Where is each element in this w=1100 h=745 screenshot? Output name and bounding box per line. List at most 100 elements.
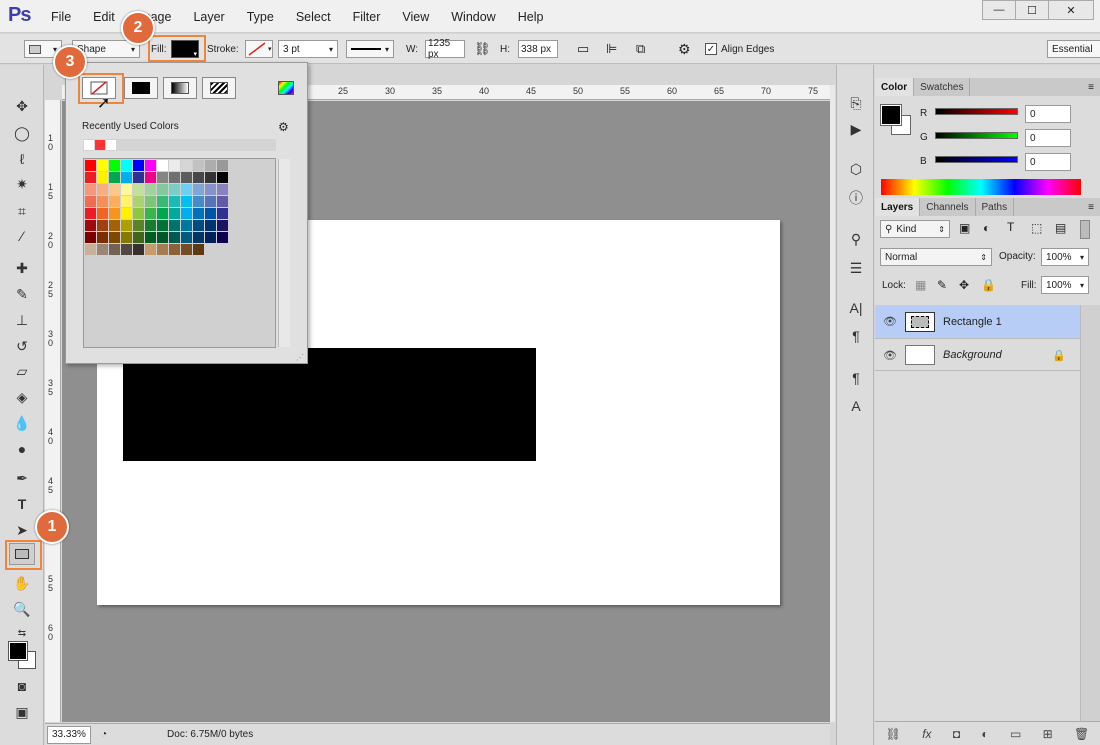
stroke-type-select[interactable]: ▾: [346, 39, 394, 59]
blend-mode-select[interactable]: Normal ⇕: [880, 248, 992, 267]
layer-row-background[interactable]: 👁 Background 🔒: [875, 340, 1080, 371]
clone-stamp-tool-icon[interactable]: ⊥: [9, 309, 35, 331]
color-swatch[interactable]: [145, 232, 156, 243]
width-input[interactable]: 1235 px: [425, 38, 465, 60]
zoom-tool-icon[interactable]: 🔍: [9, 598, 35, 620]
color-swatch[interactable]: [145, 220, 156, 231]
color-swatch[interactable]: [193, 232, 204, 243]
link-icon[interactable]: ⛓: [474, 39, 491, 59]
color-swatch[interactable]: [85, 184, 96, 195]
visibility-eye-icon[interactable]: 👁: [875, 315, 905, 328]
status-menu-icon[interactable]: ◔: [101, 729, 107, 740]
marquee-tool-icon[interactable]: ◯: [9, 122, 35, 144]
workspace-switcher[interactable]: Essential: [1047, 39, 1100, 59]
color-swatch[interactable]: [85, 160, 96, 171]
menu-file[interactable]: File: [40, 10, 82, 24]
history-icon[interactable]: ⎘: [845, 92, 867, 114]
panel-menu-icon[interactable]: ≡: [1088, 82, 1100, 93]
pen-tool-icon[interactable]: ✒: [9, 467, 35, 489]
gear-icon[interactable]: ⚙: [678, 39, 691, 59]
tab-swatches[interactable]: Swatches: [914, 78, 971, 96]
layer-row-rectangle[interactable]: 👁 Rectangle 1: [875, 305, 1080, 339]
menu-edit[interactable]: Edit: [82, 10, 126, 24]
color-swatch[interactable]: [133, 184, 144, 195]
color-swatch[interactable]: [181, 244, 192, 255]
quick-mask-icon[interactable]: ◙: [9, 675, 35, 697]
color-swatch[interactable]: [109, 172, 120, 183]
menu-view[interactable]: View: [391, 10, 440, 24]
color-swatches[interactable]: [8, 641, 37, 670]
color-swatch[interactable]: [157, 208, 168, 219]
color-swatch[interactable]: [121, 172, 132, 183]
color-swatch[interactable]: [145, 172, 156, 183]
color-swatch[interactable]: [169, 208, 180, 219]
color-swatch[interactable]: [193, 196, 204, 207]
layers-menu-icon[interactable]: ≡: [1088, 202, 1100, 213]
color-swatch[interactable]: [109, 196, 120, 207]
lock-all-icon[interactable]: 🔒: [981, 278, 996, 292]
color-swatch[interactable]: [157, 196, 168, 207]
color-swatch[interactable]: [109, 244, 120, 255]
color-swatch[interactable]: [169, 196, 180, 207]
fx-icon[interactable]: fx: [922, 727, 931, 741]
color-swatch[interactable]: [205, 220, 216, 231]
color-swatch[interactable]: [157, 232, 168, 243]
color-swatch[interactable]: [145, 196, 156, 207]
color-swatch[interactable]: [157, 172, 168, 183]
color-swatch[interactable]: [85, 244, 96, 255]
gear-icon[interactable]: ⚙: [278, 120, 289, 134]
color-swatch[interactable]: [169, 244, 180, 255]
filter-adjustment-icon[interactable]: ◐: [983, 221, 990, 235]
brush-tool-icon[interactable]: ✎: [9, 283, 35, 305]
color-swatch[interactable]: [121, 196, 132, 207]
color-swatch[interactable]: [133, 172, 144, 183]
color-swatch[interactable]: [133, 160, 144, 171]
color-swatch[interactable]: [97, 244, 108, 255]
color-swatch[interactable]: [121, 220, 132, 231]
paint-bucket-tool-icon[interactable]: ◈: [9, 386, 35, 408]
zoom-level-field[interactable]: 33.33%: [47, 725, 91, 744]
filter-smart-object-icon[interactable]: ▤: [1055, 221, 1066, 235]
color-swatch[interactable]: [121, 184, 132, 195]
healing-brush-tool-icon[interactable]: ✚: [9, 257, 35, 279]
fill-opacity-input[interactable]: 100% ▾: [1041, 276, 1089, 294]
add-mask-icon[interactable]: ◘: [953, 727, 960, 741]
brush-presets-icon[interactable]: ⚲: [845, 228, 867, 250]
color-swatch[interactable]: [169, 220, 180, 231]
color-swatch[interactable]: [181, 172, 192, 183]
color-swatch[interactable]: [217, 172, 228, 183]
character-styles-icon[interactable]: A: [845, 395, 867, 417]
eraser-tool-icon[interactable]: ▱: [9, 360, 35, 382]
adjustment-layer-icon[interactable]: ◐: [981, 727, 988, 741]
color-swatch[interactable]: [217, 220, 228, 231]
screen-mode-icon[interactable]: ▣: [9, 701, 35, 723]
new-layer-icon[interactable]: ⊞: [1043, 727, 1053, 741]
recent-color-swatch[interactable]: [84, 140, 94, 150]
document-info[interactable]: Doc: 6.75M/0 bytes: [167, 729, 253, 740]
color-swatch[interactable]: [205, 160, 216, 171]
height-input[interactable]: 338 px: [518, 39, 558, 59]
hand-tool-icon[interactable]: ✋: [9, 572, 35, 594]
color-swatch[interactable]: [97, 220, 108, 231]
stroke-width-input[interactable]: 3 pt ▾: [278, 39, 338, 59]
color-swatch[interactable]: [109, 232, 120, 243]
move-tool-icon[interactable]: ✥: [9, 95, 35, 117]
history-brush-tool-icon[interactable]: ↺: [9, 335, 35, 357]
layers-scrollbar[interactable]: [1080, 305, 1100, 721]
align-edges-checkbox[interactable]: ✓ Align Edges: [705, 39, 774, 59]
color-swatch[interactable]: [193, 160, 204, 171]
gradient-button[interactable]: [163, 77, 197, 99]
color-swatch[interactable]: [85, 232, 96, 243]
color-swatch[interactable]: [109, 160, 120, 171]
resize-grip-icon[interactable]: ⋰: [296, 353, 304, 362]
eyedropper-tool-icon[interactable]: ⁄: [9, 225, 35, 247]
recent-color-swatch[interactable]: [106, 140, 116, 150]
tab-color[interactable]: Color: [875, 78, 915, 96]
color-swatch[interactable]: [205, 232, 216, 243]
color-swatch[interactable]: [133, 196, 144, 207]
filter-type-icon[interactable]: T: [1007, 220, 1014, 234]
color-picker-button[interactable]: [269, 77, 303, 99]
color-swatch[interactable]: [217, 160, 228, 171]
color-swatch[interactable]: [181, 208, 192, 219]
layer-filter-select[interactable]: ⚲ Kind ⇕: [880, 220, 950, 239]
